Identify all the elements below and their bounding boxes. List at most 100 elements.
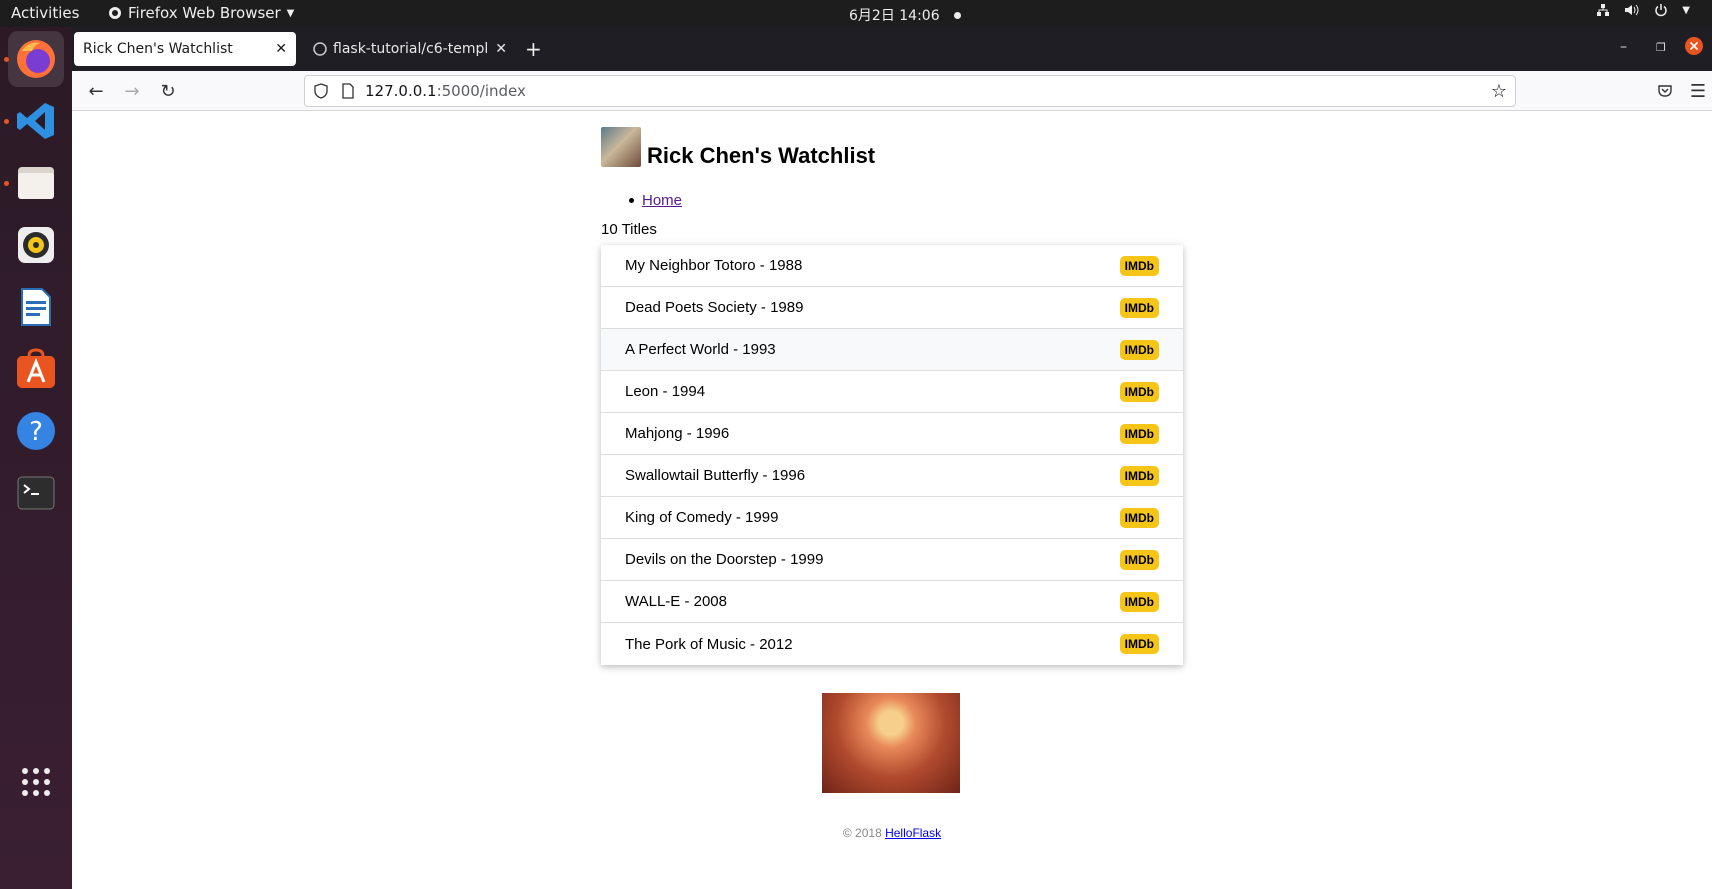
dock-firefox[interactable] [8,31,64,87]
movie-title: Devils on the Doorstep - 1999 [625,551,824,568]
imdb-link[interactable]: IMDb [1119,255,1159,276]
activities-button[interactable]: Activities [11,4,79,22]
dock-vscode[interactable] [8,93,64,149]
menu-button[interactable]: ☰ [1686,79,1710,103]
movie-item: Leon - 1994 IMDb [601,371,1183,413]
movie-item: The Pork of Music - 2012 IMDb [601,623,1183,665]
movie-item: Dead Poets Society - 1989 IMDb [601,287,1183,329]
movie-title: Mahjong - 1996 [625,425,730,442]
network-icon [1597,4,1610,16]
movie-title: WALL-E - 2008 [625,593,727,610]
reload-button[interactable]: ↻ [156,79,180,103]
pocket-button[interactable] [1653,79,1677,103]
close-window-icon[interactable] [1684,36,1704,56]
terminal-icon [17,476,55,510]
github-icon [313,42,327,56]
shield-icon [314,83,328,99]
movie-item: WALL-E - 2008 IMDb [601,581,1183,623]
app-menu[interactable]: Firefox Web Browser ▼ [108,4,294,22]
movie-item: Mahjong - 1996 IMDb [601,413,1183,455]
page-title: Rick Chen's Watchlist [647,143,876,168]
notification-dot-icon [953,11,961,19]
close-icon[interactable]: ✕ [495,41,507,57]
movie-item: My Neighbor Totoro - 1988 IMDb [601,245,1183,287]
close-icon[interactable]: ✕ [275,41,287,57]
help-icon: ? [17,412,55,450]
app-menu-label: Firefox Web Browser [128,4,281,22]
dock-software[interactable] [8,341,64,397]
power-icon [1655,4,1667,17]
footer-image [822,693,960,793]
page-icon [342,83,354,99]
firefox-icon [109,7,121,19]
volume-icon [1625,4,1639,16]
files-icon [18,167,54,199]
imdb-link[interactable]: IMDb [1119,381,1159,402]
reload-icon: ↻ [160,80,176,102]
arrow-left-icon: ← [88,80,104,102]
dock-files[interactable] [8,155,64,211]
restore-icon[interactable]: ❐ [1656,41,1666,54]
movie-title: King of Comedy - 1999 [625,509,779,526]
back-button[interactable]: ← [84,79,108,103]
movie-item: A Perfect World - 1993 IMDb [601,329,1183,371]
movie-item: Devils on the Doorstep - 1999 IMDb [601,539,1183,581]
bullet-icon [629,198,634,203]
tab-github[interactable]: flask-tutorial/c6-template ✕ [304,32,516,66]
dock-rhythmbox[interactable] [8,217,64,273]
movie-title: My Neighbor Totoro - 1988 [625,257,803,274]
movie-title: The Pork of Music - 2012 [625,635,793,653]
movie-item: Swallowtail Butterfly - 1996 IMDb [601,455,1183,497]
dock-help[interactable]: ? [8,403,64,459]
svg-text:?: ? [29,417,43,447]
imdb-link[interactable]: IMDb [1119,507,1159,528]
tab-title: Rick Chen's Watchlist [83,41,233,57]
dock-running-indicator [4,57,9,62]
imdb-link[interactable]: IMDb [1119,423,1159,444]
avatar [601,127,641,167]
url-host: 127.0.0.1 [365,82,437,100]
hamburger-menu-icon: ☰ [1689,80,1707,102]
movie-title: Swallowtail Butterfly - 1996 [625,467,806,484]
firefox-icon [17,40,55,78]
forward-button[interactable]: → [120,79,144,103]
tab-watchlist[interactable]: Rick Chen's Watchlist ✕ [74,32,296,66]
navigation-bar: ← → ↻ 127.0.0.1:5000/index ☆ ☰ [72,71,1712,111]
imdb-link[interactable]: IMDb [1119,465,1159,486]
new-tab-icon[interactable]: + [525,37,542,61]
rhythmbox-icon [18,227,54,263]
arrow-right-icon: → [124,80,140,102]
dock-writer[interactable] [8,279,64,335]
dock-running-indicator [4,181,9,186]
clock[interactable]: 6月2日 14:06 [849,5,961,25]
imdb-link[interactable]: IMDb [1119,339,1159,360]
pocket-icon [1658,85,1672,97]
tab-bar: Rick Chen's Watchlist ✕ flask-tutorial/c… [72,27,1712,71]
url-path: :5000/index [436,82,526,100]
system-top-bar: Activities Firefox Web Browser ▼ 6月2日 14… [0,0,1712,27]
dock-show-apps[interactable] [8,754,64,810]
minimize-icon[interactable]: – [1620,39,1627,55]
dock: ? [0,27,72,889]
footer-copyright: © 2018 [842,826,886,840]
dock-running-indicator [4,119,9,124]
helloflask-link[interactable]: HelloFlask [885,826,941,840]
writer-icon [21,288,51,326]
movie-title: Leon - 1994 [625,383,706,400]
page-viewport: Rick Chen's Watchlist Home 10 Titles My … [72,112,1712,889]
bookmark-star-icon[interactable]: ☆ [1491,81,1507,102]
url-bar[interactable]: 127.0.0.1:5000/index ☆ [304,75,1516,107]
software-store-icon [17,348,55,388]
movie-list: My Neighbor Totoro - 1988 IMDb Dead Poets… [601,245,1183,665]
movie-title: Dead Poets Society - 1989 [625,299,804,316]
nav-home-link[interactable]: Home [642,192,682,209]
chevron-down-icon: ▼ [286,7,295,19]
imdb-link[interactable]: IMDb [1119,549,1159,570]
imdb-link[interactable]: IMDb [1119,634,1159,654]
chevron-down-icon: ▼ [1682,4,1690,16]
imdb-link[interactable]: IMDb [1119,591,1159,612]
dock-terminal[interactable] [8,465,64,521]
imdb-link[interactable]: IMDb [1119,297,1159,318]
system-tray[interactable]: ▼ [1596,3,1690,17]
tab-title: flask-tutorial/c6-template [333,41,489,57]
